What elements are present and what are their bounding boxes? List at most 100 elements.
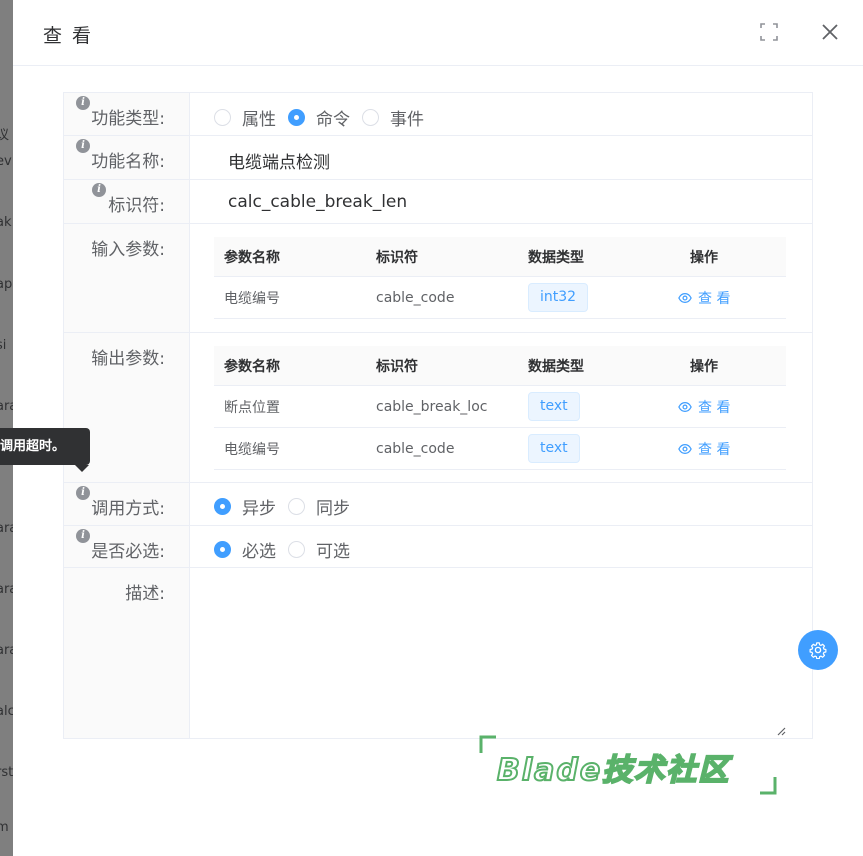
cell-action: 查 看 xyxy=(678,277,730,318)
required-radio-group: 必选 可选 xyxy=(214,537,362,562)
bg-fragment: ara xyxy=(0,582,13,597)
radio-dot xyxy=(214,109,231,126)
call-mode-row: i 调用方式: 异步 同步 xyxy=(64,483,812,526)
info-icon[interactable]: i xyxy=(76,529,90,543)
type-tag: text xyxy=(528,392,580,421)
close-icon[interactable] xyxy=(818,20,842,44)
func-type-row: i 功能类型: 属性 命令 事件 xyxy=(64,93,812,136)
radio-property[interactable]: 属性 xyxy=(214,105,276,130)
eye-icon xyxy=(678,401,692,412)
identifier-value: calc_cable_break_len xyxy=(228,192,408,212)
col-header-identifier: 标识符 xyxy=(376,358,418,375)
input-params-row: 输入参数: 参数名称 标识符 数据类型 操作 电缆编号 cable_code i… xyxy=(64,224,812,333)
func-type-radio-group: 属性 命令 事件 xyxy=(214,105,436,130)
tooltip-text: 调用超时。 xyxy=(0,439,66,454)
call-mode-label-cell: i 调用方式: xyxy=(64,483,190,525)
type-tag: int32 xyxy=(528,283,589,312)
identifier-label: 标识符: xyxy=(108,196,165,216)
settings-button[interactable] xyxy=(798,630,838,670)
radio-sync[interactable]: 同步 xyxy=(288,494,350,519)
bg-fragment: 议 xyxy=(0,128,10,143)
radio-command[interactable]: 命令 xyxy=(288,105,350,130)
radio-label: 事件 xyxy=(390,110,424,130)
bg-fragment: si xyxy=(0,338,7,353)
bg-fragment: alc xyxy=(0,704,13,719)
description-label-cell: 描述: xyxy=(64,568,190,738)
radio-label: 命令 xyxy=(316,110,350,130)
eye-icon xyxy=(678,292,692,303)
view-button-label: 查 看 xyxy=(698,290,731,307)
dialog-title: 查 看 xyxy=(43,25,94,47)
output-params-row: 输出参数: 参数名称 标识符 数据类型 操作 断点位置 cable_break_… xyxy=(64,333,812,483)
info-icon[interactable]: i xyxy=(76,139,90,153)
view-button[interactable]: 查 看 xyxy=(678,288,730,308)
bg-fragment: ap xyxy=(0,277,13,292)
cell-identifier: cable_code xyxy=(376,289,455,306)
radio-optional[interactable]: 可选 xyxy=(288,537,350,562)
radio-label: 同步 xyxy=(316,499,350,519)
radio-label: 属性 xyxy=(242,110,276,130)
function-form: i 功能类型: 属性 命令 事件 i 功能名称: 电缆端点检测 i 标识符: c… xyxy=(63,92,813,739)
output-params-label: 输出参数: xyxy=(91,349,165,369)
col-header-type: 数据类型 xyxy=(528,358,584,375)
input-params-table: 参数名称 标识符 数据类型 操作 电缆编号 cable_code int32 查… xyxy=(214,237,786,319)
cell-name: 电缆编号 xyxy=(224,290,280,307)
view-button[interactable]: 查 看 xyxy=(678,397,730,417)
bg-fragment: rst xyxy=(0,765,13,780)
col-header-identifier: 标识符 xyxy=(376,249,418,266)
output-params-value-cell: 参数名称 标识符 数据类型 操作 断点位置 cable_break_loc te… xyxy=(190,333,812,482)
func-name-label: 功能名称: xyxy=(91,152,165,172)
view-dialog: 查 看 i 功能类型: 属性 命令 事件 i 功能名称: 电缆端点检测 i 标识… xyxy=(13,0,863,856)
input-params-label: 输入参数: xyxy=(91,240,165,260)
description-label: 描述: xyxy=(125,584,165,604)
info-icon[interactable]: i xyxy=(76,486,90,500)
view-button-label: 查 看 xyxy=(698,399,731,416)
bg-fragment: ara xyxy=(0,643,13,658)
cell-action: 查 看 xyxy=(678,386,730,427)
bg-fragment: m xyxy=(0,820,9,835)
cell-type: text xyxy=(528,386,580,427)
table-row: 断点位置 cable_break_loc text 查 看 xyxy=(214,386,786,428)
cell-name: 电缆编号 xyxy=(224,441,280,458)
radio-event[interactable]: 事件 xyxy=(362,105,424,130)
identifier-value-cell: calc_cable_break_len xyxy=(190,180,812,223)
input-params-value-cell: 参数名称 标识符 数据类型 操作 电缆编号 cable_code int32 查… xyxy=(190,224,812,332)
col-header-name: 参数名称 xyxy=(224,249,280,266)
fullscreen-icon[interactable] xyxy=(757,20,781,44)
tooltip: 调用超时。 xyxy=(0,428,90,465)
radio-dot-checked xyxy=(214,541,231,558)
description-textarea[interactable] xyxy=(190,568,812,738)
identifier-row: i 标识符: calc_cable_break_len xyxy=(64,180,812,224)
cell-type: text xyxy=(528,428,580,469)
dialog-header: 查 看 xyxy=(13,0,863,66)
gear-icon xyxy=(809,642,827,659)
cell-identifier: cable_break_loc xyxy=(376,398,488,415)
func-name-value-cell: 电缆端点检测 xyxy=(190,136,812,179)
cell-identifier: cable_code xyxy=(376,440,455,457)
watermark-text: Blade技术社区 xyxy=(496,752,731,789)
radio-dot-checked xyxy=(214,498,231,515)
info-icon[interactable]: i xyxy=(76,96,90,110)
func-type-label: 功能类型: xyxy=(91,109,165,129)
call-mode-radio-group: 异步 同步 xyxy=(214,494,362,519)
table-header: 参数名称 标识符 数据类型 操作 xyxy=(214,346,786,386)
description-row: 描述: xyxy=(64,568,812,738)
type-tag: text xyxy=(528,434,580,463)
view-button[interactable]: 查 看 xyxy=(678,439,730,459)
call-mode-value-cell: 异步 同步 xyxy=(190,483,812,525)
required-value-cell: 必选 可选 xyxy=(190,526,812,567)
required-row: i 是否必选: 必选 可选 xyxy=(64,526,812,568)
func-name-value: 电缆端点检测 xyxy=(228,153,330,173)
func-name-label-cell: i 功能名称: xyxy=(64,136,190,179)
table-row: 电缆编号 cable_code int32 查 看 xyxy=(214,277,786,319)
col-header-name: 参数名称 xyxy=(224,358,280,375)
info-icon[interactable]: i xyxy=(92,183,106,197)
radio-async[interactable]: 异步 xyxy=(214,494,276,519)
radio-label: 异步 xyxy=(242,499,276,519)
radio-dot xyxy=(288,541,305,558)
cell-name: 断点位置 xyxy=(224,399,280,416)
bg-fragment: ak xyxy=(0,215,12,230)
radio-required[interactable]: 必选 xyxy=(214,537,276,562)
cell-action: 查 看 xyxy=(678,428,730,469)
col-header-type: 数据类型 xyxy=(528,249,584,266)
